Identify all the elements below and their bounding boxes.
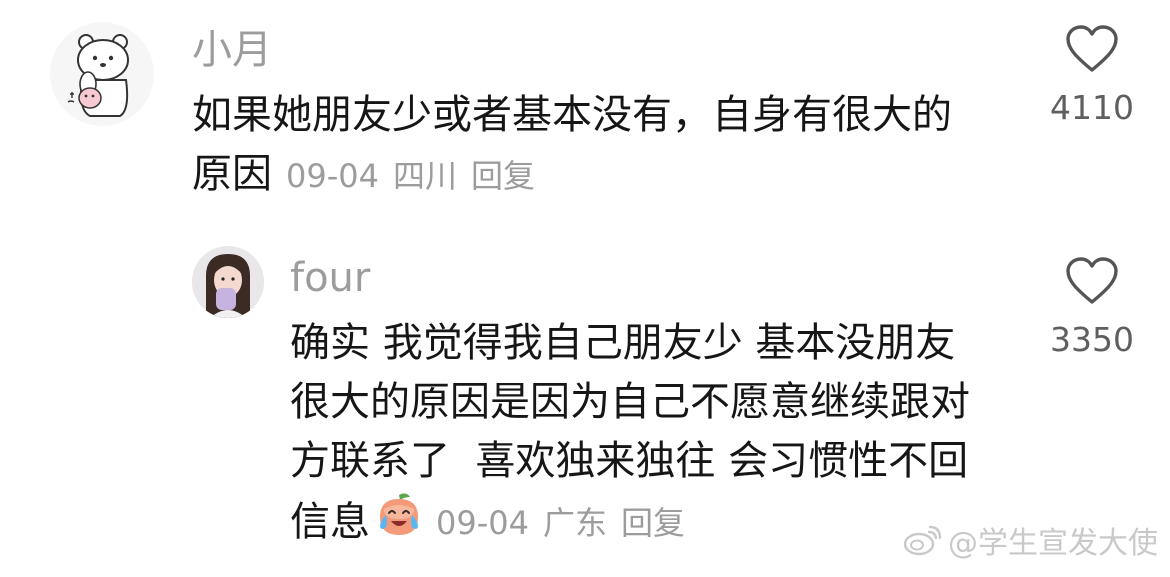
like-button[interactable]: 4110 — [1040, 24, 1144, 128]
comment-location: 广东 — [542, 503, 607, 542]
avatar[interactable] — [192, 246, 264, 318]
reply-button[interactable]: 回复 — [621, 504, 685, 542]
like-button[interactable]: 3350 — [1040, 256, 1144, 360]
comment-username[interactable]: four — [290, 254, 370, 302]
like-count: 3350 — [1050, 320, 1134, 359]
comment-date: 09-04 — [436, 503, 529, 542]
comment-text-line: 确实 我觉得我自己朋友少 基本没朋友 — [290, 320, 956, 366]
watermark-prefix: @ — [948, 526, 978, 561]
comment-text-line: 很大的原因是因为自己不愿意继续跟对 — [290, 379, 970, 425]
comment-text-line: 信息 — [290, 499, 370, 545]
avatar[interactable] — [50, 22, 154, 126]
weibo-logo-icon — [902, 524, 942, 565]
comment-meta: 09-04 广东 回复 — [436, 503, 699, 543]
comment-text-line-wrap: 原因 09-04 四川 回复 — [192, 145, 1032, 204]
bear-with-bunny-avatar-icon — [51, 23, 153, 125]
comment-text-line: 如果她朋友少或者基本没有，自身有很大的 — [192, 92, 952, 138]
watermark-text: 学生宣发大使 — [978, 526, 1158, 561]
comment-text: 如果她朋友少或者基本没有，自身有很大的 原因 09-04 四川 回复 — [192, 86, 1032, 204]
watermark: @学生宣发大使 — [902, 524, 1158, 565]
crying-laughing-peach-emoji-icon — [374, 491, 424, 554]
comment-1: 小月 如果她朋友少或者基本没有，自身有很大的 原因 09-04 四川 回复 4110 — [0, 0, 1170, 215]
comment-text: 确实 我觉得我自己朋友少 基本没朋友 很大的原因是因为自己不愿意继续跟对 方联系… — [290, 314, 1020, 554]
like-count: 4110 — [1050, 88, 1134, 127]
comment-date: 09-04 — [286, 157, 379, 195]
comment-text-line: 原因 — [192, 151, 272, 197]
comment-username[interactable]: 小月 — [192, 26, 272, 74]
comment-location: 四川 — [392, 157, 457, 195]
reply-button[interactable]: 回复 — [471, 157, 535, 195]
comment-text-line: 方联系了 喜欢独来独往 会习惯性不回 — [290, 438, 969, 484]
girl-portrait-avatar-icon — [192, 246, 264, 318]
heart-icon — [1066, 257, 1118, 304]
comment-meta: 09-04 四川 回复 — [286, 156, 549, 196]
heart-icon — [1066, 25, 1118, 72]
